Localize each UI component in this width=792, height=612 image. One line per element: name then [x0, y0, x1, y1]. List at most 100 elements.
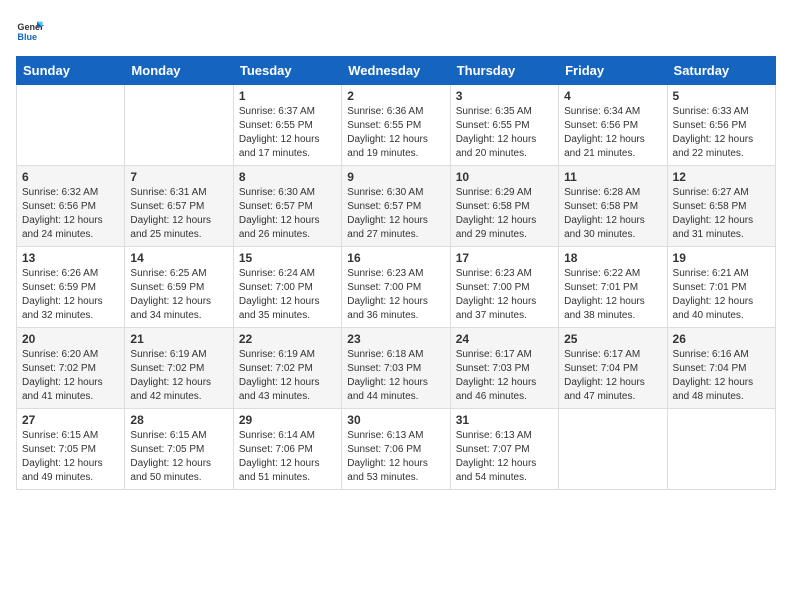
- day-number: 4: [564, 89, 661, 103]
- day-info: Sunrise: 6:35 AMSunset: 6:55 PMDaylight:…: [456, 105, 553, 161]
- day-number: 18: [564, 251, 661, 265]
- day-of-week-header: Monday: [125, 57, 233, 85]
- day-info: Sunrise: 6:21 AMSunset: 7:01 PMDaylight:…: [673, 267, 770, 323]
- calendar-day-cell: [17, 85, 125, 166]
- calendar-day-cell: 11Sunrise: 6:28 AMSunset: 6:58 PMDayligh…: [559, 166, 667, 247]
- calendar-day-cell: 8 Sunrise: 6:30 AMSunset: 6:57 PMDaylight…: [233, 166, 341, 247]
- day-info: Sunrise: 6:15 AMSunset: 7:05 PMDaylight:…: [130, 429, 227, 485]
- day-number: 19: [673, 251, 770, 265]
- day-info: Sunrise: 6:27 AMSunset: 6:58 PMDaylight:…: [673, 186, 770, 242]
- day-info: Sunrise: 6:22 AMSunset: 7:01 PMDaylight:…: [564, 267, 661, 323]
- logo: General Blue: [16, 16, 48, 44]
- day-number: 29: [239, 413, 336, 427]
- day-of-week-header: Thursday: [450, 57, 558, 85]
- day-number: 24: [456, 332, 553, 346]
- day-number: 30: [347, 413, 444, 427]
- day-number: 26: [673, 332, 770, 346]
- calendar-day-cell: 30Sunrise: 6:13 AMSunset: 7:06 PMDayligh…: [342, 409, 450, 490]
- calendar-day-cell: 4 Sunrise: 6:34 AMSunset: 6:56 PMDaylight…: [559, 85, 667, 166]
- day-number: 15: [239, 251, 336, 265]
- calendar-day-cell: [667, 409, 775, 490]
- day-info: Sunrise: 6:19 AMSunset: 7:02 PMDaylight:…: [130, 348, 227, 404]
- day-info: Sunrise: 6:37 AMSunset: 6:55 PMDaylight:…: [239, 105, 336, 161]
- day-info: Sunrise: 6:30 AMSunset: 6:57 PMDaylight:…: [347, 186, 444, 242]
- calendar-day-cell: 27 Sunrise: 6:15 AMSunset: 7:05 PMDayligh…: [17, 409, 125, 490]
- day-info: Sunrise: 6:36 AMSunset: 6:55 PMDaylight:…: [347, 105, 444, 161]
- day-info: Sunrise: 6:18 AMSunset: 7:03 PMDaylight:…: [347, 348, 444, 404]
- calendar-day-cell: [125, 85, 233, 166]
- day-number: 22: [239, 332, 336, 346]
- day-info: Sunrise: 6:31 AMSunset: 6:57 PMDaylight:…: [130, 186, 227, 242]
- calendar-day-cell: 29 Sunrise: 6:14 AMSunset: 7:06 PMDayligh…: [233, 409, 341, 490]
- day-number: 5: [673, 89, 770, 103]
- day-number: 31: [456, 413, 553, 427]
- day-info: Sunrise: 6:30 AMSunset: 6:57 PMDaylight:…: [239, 186, 336, 242]
- day-info: Sunrise: 6:16 AMSunset: 7:04 PMDaylight:…: [673, 348, 770, 404]
- day-number: 27: [22, 413, 119, 427]
- day-number: 20: [22, 332, 119, 346]
- day-number: 6: [22, 170, 119, 184]
- day-number: 14: [130, 251, 227, 265]
- day-of-week-header: Saturday: [667, 57, 775, 85]
- calendar-day-cell: 31 Sunrise: 6:13 AMSunset: 7:07 PMDayligh…: [450, 409, 558, 490]
- day-of-week-header: Wednesday: [342, 57, 450, 85]
- day-info: Sunrise: 6:24 AMSunset: 7:00 PMDaylight:…: [239, 267, 336, 323]
- day-info: Sunrise: 6:17 AMSunset: 7:04 PMDaylight:…: [564, 348, 661, 404]
- calendar-week-row: 1Sunrise: 6:37 AMSunset: 6:55 PMDaylight…: [17, 85, 776, 166]
- day-info: Sunrise: 6:20 AMSunset: 7:02 PMDaylight:…: [22, 348, 119, 404]
- calendar-day-cell: 10Sunrise: 6:29 AMSunset: 6:58 PMDayligh…: [450, 166, 558, 247]
- day-number: 21: [130, 332, 227, 346]
- calendar-day-cell: 5 Sunrise: 6:33 AMSunset: 6:56 PMDaylight…: [667, 85, 775, 166]
- day-number: 25: [564, 332, 661, 346]
- day-number: 2: [347, 89, 444, 103]
- day-info: Sunrise: 6:32 AMSunset: 6:56 PMDaylight:…: [22, 186, 119, 242]
- calendar-day-cell: 19 Sunrise: 6:21 AMSunset: 7:01 PMDayligh…: [667, 247, 775, 328]
- calendar-day-cell: 26 Sunrise: 6:16 AMSunset: 7:04 PMDayligh…: [667, 328, 775, 409]
- calendar-day-cell: 9Sunrise: 6:30 AMSunset: 6:57 PMDaylight…: [342, 166, 450, 247]
- calendar-day-cell: 21 Sunrise: 6:19 AMSunset: 7:02 PMDayligh…: [125, 328, 233, 409]
- calendar-day-cell: 15 Sunrise: 6:24 AMSunset: 7:00 PMDayligh…: [233, 247, 341, 328]
- calendar-day-cell: 17Sunrise: 6:23 AMSunset: 7:00 PMDayligh…: [450, 247, 558, 328]
- day-info: Sunrise: 6:23 AMSunset: 7:00 PMDaylight:…: [347, 267, 444, 323]
- day-info: Sunrise: 6:26 AMSunset: 6:59 PMDaylight:…: [22, 267, 119, 323]
- calendar-day-cell: 22 Sunrise: 6:19 AMSunset: 7:02 PMDayligh…: [233, 328, 341, 409]
- calendar-day-cell: 6 Sunrise: 6:32 AMSunset: 6:56 PMDaylight…: [17, 166, 125, 247]
- day-number: 16: [347, 251, 444, 265]
- calendar-day-cell: 13 Sunrise: 6:26 AMSunset: 6:59 PMDayligh…: [17, 247, 125, 328]
- calendar-day-cell: 14 Sunrise: 6:25 AMSunset: 6:59 PMDayligh…: [125, 247, 233, 328]
- svg-text:Blue: Blue: [17, 32, 37, 42]
- calendar-day-cell: [559, 409, 667, 490]
- day-number: 3: [456, 89, 553, 103]
- calendar-day-cell: 18 Sunrise: 6:22 AMSunset: 7:01 PMDayligh…: [559, 247, 667, 328]
- calendar-day-cell: 24 Sunrise: 6:17 AMSunset: 7:03 PMDayligh…: [450, 328, 558, 409]
- calendar-day-cell: 7 Sunrise: 6:31 AMSunset: 6:57 PMDaylight…: [125, 166, 233, 247]
- day-number: 13: [22, 251, 119, 265]
- calendar-body: 1Sunrise: 6:37 AMSunset: 6:55 PMDaylight…: [17, 85, 776, 490]
- day-number: 23: [347, 332, 444, 346]
- day-info: Sunrise: 6:13 AMSunset: 7:07 PMDaylight:…: [456, 429, 553, 485]
- calendar-day-cell: 12Sunrise: 6:27 AMSunset: 6:58 PMDayligh…: [667, 166, 775, 247]
- day-info: Sunrise: 6:28 AMSunset: 6:58 PMDaylight:…: [564, 186, 661, 242]
- day-info: Sunrise: 6:14 AMSunset: 7:06 PMDaylight:…: [239, 429, 336, 485]
- calendar-day-cell: 20 Sunrise: 6:20 AMSunset: 7:02 PMDayligh…: [17, 328, 125, 409]
- day-number: 7: [130, 170, 227, 184]
- calendar-day-cell: 23 Sunrise: 6:18 AMSunset: 7:03 PMDayligh…: [342, 328, 450, 409]
- logo-icon: General Blue: [16, 16, 44, 44]
- day-number: 10: [456, 170, 553, 184]
- day-info: Sunrise: 6:17 AMSunset: 7:03 PMDaylight:…: [456, 348, 553, 404]
- day-of-week-header: Sunday: [17, 57, 125, 85]
- day-info: Sunrise: 6:25 AMSunset: 6:59 PMDaylight:…: [130, 267, 227, 323]
- day-of-week-header: Tuesday: [233, 57, 341, 85]
- calendar-day-cell: 28Sunrise: 6:15 AMSunset: 7:05 PMDayligh…: [125, 409, 233, 490]
- calendar-week-row: 20 Sunrise: 6:20 AMSunset: 7:02 PMDayligh…: [17, 328, 776, 409]
- calendar-day-cell: 25 Sunrise: 6:17 AMSunset: 7:04 PMDayligh…: [559, 328, 667, 409]
- calendar-table: SundayMondayTuesdayWednesdayThursdayFrid…: [16, 56, 776, 490]
- calendar-week-row: 6 Sunrise: 6:32 AMSunset: 6:56 PMDaylight…: [17, 166, 776, 247]
- day-number: 8: [239, 170, 336, 184]
- calendar-day-cell: 16 Sunrise: 6:23 AMSunset: 7:00 PMDayligh…: [342, 247, 450, 328]
- day-info: Sunrise: 6:34 AMSunset: 6:56 PMDaylight:…: [564, 105, 661, 161]
- day-info: Sunrise: 6:15 AMSunset: 7:05 PMDaylight:…: [22, 429, 119, 485]
- calendar-week-row: 13 Sunrise: 6:26 AMSunset: 6:59 PMDayligh…: [17, 247, 776, 328]
- day-info: Sunrise: 6:33 AMSunset: 6:56 PMDaylight:…: [673, 105, 770, 161]
- day-info: Sunrise: 6:19 AMSunset: 7:02 PMDaylight:…: [239, 348, 336, 404]
